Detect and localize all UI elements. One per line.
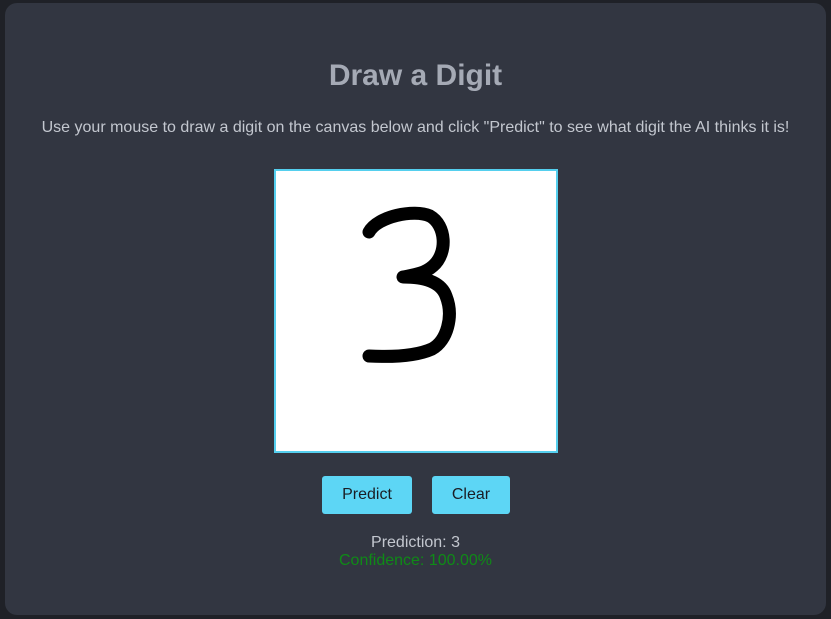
drawn-digit-stroke [362, 206, 456, 363]
prediction-value: 3 [451, 534, 460, 551]
confidence-result: Confidence: 100.00% [5, 552, 826, 570]
drawing-canvas[interactable] [274, 169, 558, 453]
predict-button[interactable]: Predict [322, 476, 412, 514]
prediction-label: Prediction: [371, 534, 447, 551]
confidence-value: 100.00% [428, 552, 492, 569]
instructions-text: Use your mouse to draw a digit on the ca… [41, 119, 790, 136]
prediction-result: Prediction: 3 [5, 534, 826, 552]
clear-button[interactable]: Clear [432, 476, 510, 514]
main-card: Draw a Digit Use your mouse to draw a di… [5, 3, 826, 615]
page-title: Draw a Digit [328, 59, 503, 92]
confidence-label: Confidence: [338, 552, 425, 569]
